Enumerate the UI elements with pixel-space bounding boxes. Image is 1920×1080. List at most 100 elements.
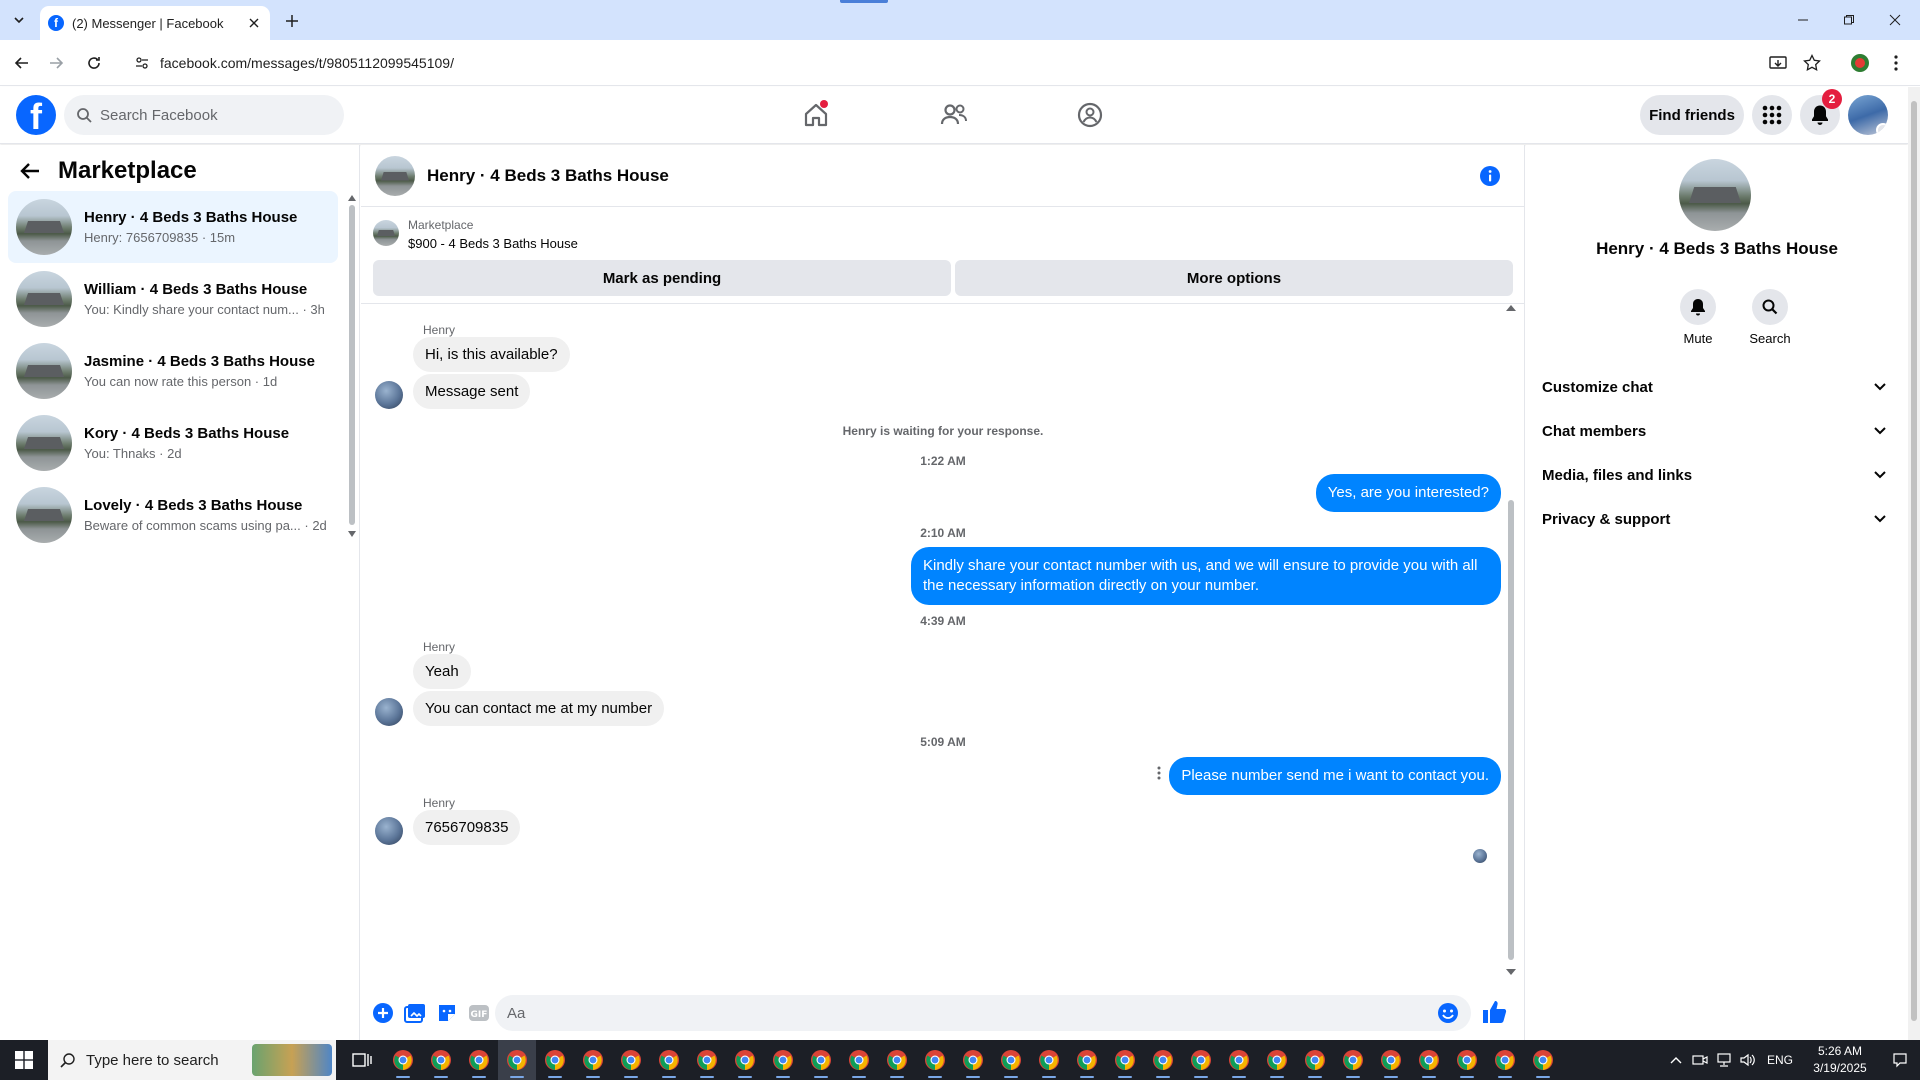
back-arrow-icon[interactable] xyxy=(16,157,44,185)
notification-center-icon[interactable] xyxy=(1880,1040,1920,1080)
outgoing-message[interactable]: Yes, are you interested? xyxy=(1315,474,1501,512)
input-language[interactable]: ENG xyxy=(1760,1053,1800,1067)
taskbar-chrome-icon[interactable] xyxy=(384,1040,422,1080)
mute-bell-icon[interactable] xyxy=(1680,289,1716,325)
incoming-message[interactable]: Yeah xyxy=(413,654,471,689)
facebook-logo-icon[interactable]: f xyxy=(16,95,56,135)
windows-start-icon[interactable] xyxy=(0,1040,48,1080)
minimize-icon[interactable] xyxy=(1780,0,1826,40)
conversation-scrollbar[interactable] xyxy=(1506,305,1516,975)
incoming-message[interactable]: Message sent xyxy=(413,374,531,409)
browser-tab-messenger[interactable]: f (2) Messenger | Facebook xyxy=(40,6,270,40)
thumbs-up-icon[interactable] xyxy=(1481,999,1507,1025)
search-action[interactable]: Search xyxy=(1740,289,1800,346)
taskbar-chrome-icon[interactable] xyxy=(460,1040,498,1080)
nav-groups[interactable] xyxy=(1066,91,1114,139)
chat-list-scrollbar[interactable] xyxy=(348,195,356,537)
incoming-message[interactable]: You can contact me at my number xyxy=(413,691,665,726)
chat-item-kory[interactable]: Kory · 4 Beds 3 Baths House You: Thnaks … xyxy=(8,407,338,479)
outgoing-message[interactable]: Please number send me i want to contact … xyxy=(1169,757,1501,795)
customize-chat-section[interactable]: Customize chat xyxy=(1534,365,1894,409)
info-house-avatar[interactable] xyxy=(1679,159,1751,231)
taskbar-chrome-icon[interactable] xyxy=(1524,1040,1562,1080)
taskbar-chrome-icon[interactable] xyxy=(1334,1040,1372,1080)
page-scroll-thumb[interactable] xyxy=(1911,101,1917,1021)
conversation-house-avatar[interactable] xyxy=(375,155,415,196)
chat-item-lovely[interactable]: Lovely · 4 Beds 3 Baths House Beware of … xyxy=(8,479,338,551)
facebook-search[interactable] xyxy=(64,95,344,135)
info-icon[interactable] xyxy=(1479,165,1501,187)
taskbar-chrome-icon[interactable] xyxy=(1220,1040,1258,1080)
restore-icon[interactable] xyxy=(1826,0,1872,40)
volume-icon[interactable] xyxy=(1736,1040,1760,1080)
taskbar-chrome-icon[interactable] xyxy=(1410,1040,1448,1080)
taskbar-chrome-icon[interactable] xyxy=(1258,1040,1296,1080)
taskbar-chrome-icon[interactable] xyxy=(764,1040,802,1080)
gif-icon[interactable]: GIF xyxy=(467,1001,491,1025)
outgoing-message[interactable]: Kindly share your contact number with us… xyxy=(911,547,1501,605)
tray-overflow-chevron-icon[interactable] xyxy=(1664,1040,1688,1080)
taskbar-chrome-icon[interactable] xyxy=(1182,1040,1220,1080)
chat-item-henry[interactable]: Henry · 4 Beds 3 Baths House Henry: 7656… xyxy=(8,191,338,263)
tab-close-icon[interactable] xyxy=(246,15,262,31)
message-input[interactable] xyxy=(507,1004,1407,1022)
taskbar-chrome-icon[interactable] xyxy=(992,1040,1030,1080)
conversation-title[interactable]: Henry · 4 Beds 3 Baths House xyxy=(427,166,669,186)
taskbar-chrome-icon[interactable] xyxy=(726,1040,764,1080)
taskbar-chrome-icon[interactable] xyxy=(1486,1040,1524,1080)
close-window-icon[interactable] xyxy=(1872,0,1918,40)
chat-members-section[interactable]: Chat members xyxy=(1534,409,1894,453)
incoming-message[interactable]: Hi, is this available? xyxy=(413,337,570,372)
taskbar-chrome-icon[interactable] xyxy=(536,1040,574,1080)
browser-menu-icon[interactable] xyxy=(1884,51,1908,75)
taskbar-chrome-icon[interactable] xyxy=(878,1040,916,1080)
sticker-icon[interactable] xyxy=(435,1001,459,1025)
search-in-chat-icon[interactable] xyxy=(1752,289,1788,325)
taskbar-chrome-icon[interactable] xyxy=(1068,1040,1106,1080)
privacy-support-section[interactable]: Privacy & support xyxy=(1534,497,1894,541)
install-app-icon[interactable] xyxy=(1766,51,1790,75)
notifications-button[interactable]: 2 xyxy=(1800,89,1842,135)
emoji-icon[interactable] xyxy=(1437,1002,1459,1024)
mute-action[interactable]: Mute xyxy=(1668,289,1728,346)
taskbar-search[interactable] xyxy=(48,1040,336,1080)
taskbar-chrome-icon[interactable] xyxy=(688,1040,726,1080)
forward-arrow-icon[interactable] xyxy=(44,51,68,75)
listing-price-title[interactable]: $900 - 4 Beds 3 Baths House xyxy=(408,236,578,251)
taskbar-chrome-icon[interactable] xyxy=(802,1040,840,1080)
taskbar-chrome-icon[interactable] xyxy=(612,1040,650,1080)
mark-as-pending-button[interactable]: Mark as pending xyxy=(373,260,951,296)
meet-now-icon[interactable] xyxy=(1688,1040,1712,1080)
taskbar-chrome-icon[interactable] xyxy=(422,1040,460,1080)
conversation-scroll-thumb[interactable] xyxy=(1508,500,1514,960)
photo-attach-icon[interactable] xyxy=(403,1001,427,1025)
taskbar-chrome-icon[interactable] xyxy=(916,1040,954,1080)
more-vertical-icon[interactable] xyxy=(1149,763,1169,783)
chat-item-william[interactable]: William · 4 Beds 3 Baths House You: Kind… xyxy=(8,263,338,335)
network-icon[interactable] xyxy=(1712,1040,1736,1080)
taskbar-chrome-icon[interactable] xyxy=(1296,1040,1334,1080)
task-view-icon[interactable] xyxy=(340,1040,384,1080)
taskbar-chrome-icon[interactable] xyxy=(840,1040,878,1080)
incoming-message[interactable]: 7656709835 xyxy=(413,810,521,845)
reload-icon[interactable] xyxy=(82,51,106,75)
listing-house-thumbnail[interactable] xyxy=(373,220,399,246)
taskbar-chrome-icon[interactable] xyxy=(574,1040,612,1080)
chat-list-scroll-thumb[interactable] xyxy=(349,205,355,525)
media-files-links-section[interactable]: Media, files and links xyxy=(1534,453,1894,497)
find-friends-button[interactable]: Find friends xyxy=(1640,95,1744,135)
taskbar-chrome-icon[interactable] xyxy=(1372,1040,1410,1080)
menu-grid-button[interactable] xyxy=(1752,95,1792,135)
taskbar-chrome-icon[interactable] xyxy=(1144,1040,1182,1080)
henry-avatar[interactable] xyxy=(375,698,403,726)
chat-item-jasmine[interactable]: Jasmine · 4 Beds 3 Baths House You can n… xyxy=(8,335,338,407)
facebook-search-input[interactable] xyxy=(100,106,320,124)
bookmark-star-icon[interactable] xyxy=(1800,51,1824,75)
tab-search-chevron-icon[interactable] xyxy=(8,9,30,31)
nav-home[interactable] xyxy=(792,91,840,139)
message-input-box[interactable] xyxy=(495,995,1471,1031)
taskbar-chrome-icon[interactable] xyxy=(1448,1040,1486,1080)
plus-circle-icon[interactable] xyxy=(371,1001,395,1025)
nav-friends[interactable] xyxy=(930,91,978,139)
more-options-button[interactable]: More options xyxy=(955,260,1513,296)
